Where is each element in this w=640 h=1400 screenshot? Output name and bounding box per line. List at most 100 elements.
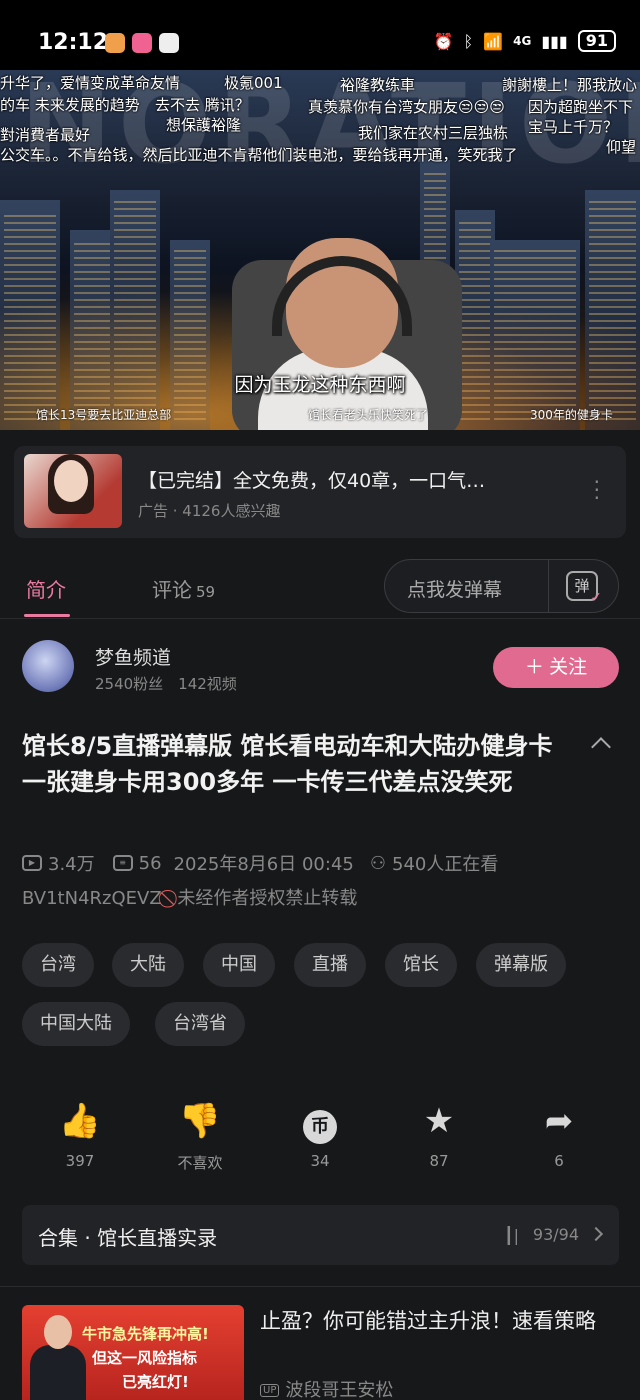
dislike-button[interactable]: 👎 不喜欢 [160, 1100, 240, 1173]
danmaku-comment: 想保護裕隆 [166, 116, 242, 134]
ad-subtitle: 广告 · 4126人感兴趣 [138, 502, 281, 520]
mail-notification-icon [159, 33, 179, 53]
coin-button[interactable]: 币 34 [280, 1100, 360, 1170]
thumb-text: 已亮红灯! [122, 1373, 189, 1391]
video-player[interactable]: NORATIONS 升华了，爱情变成革命友情 极氪001 裕隆教练車 謝謝樓上！… [0, 70, 640, 430]
danmaku-placeholder: 点我发弹幕 [407, 579, 503, 601]
danmaku-comment: 我们家在农村三层独栋 [358, 124, 509, 142]
tag-chip[interactable]: 台湾 [22, 943, 94, 987]
thumb-text: 但这一风险指标 [92, 1349, 198, 1367]
more-options-icon[interactable]: · · · [594, 472, 600, 508]
danmaku-comment: 仰望 [606, 138, 637, 156]
check-icon: ✓ [590, 590, 602, 606]
danmaku-comment: 謝謝樓上！那我放心 [502, 76, 638, 94]
copyright-notice: 未经作者授权禁止转载 [177, 888, 358, 909]
tab-active-indicator [24, 614, 70, 617]
danmaku-comment: 裕隆教练車 [340, 76, 416, 94]
collapse-chevron-icon[interactable] [591, 737, 611, 757]
coin-icon: 币 [303, 1110, 337, 1144]
chapter-marker[interactable]: 馆长13号要去比亚迪总部 [36, 406, 171, 423]
play-count: 3.4万 [48, 854, 95, 875]
recommended-thumbnail[interactable]: 牛市急先锋再冲高! 但这一风险指标 已亮红灯! [22, 1305, 244, 1400]
like-count: 397 [65, 1152, 95, 1170]
tag-chip[interactable]: 弹幕版 [476, 943, 566, 987]
chevron-right-icon [588, 1226, 604, 1242]
thumbs-down-icon: 👎 [178, 1101, 222, 1141]
danmaku-comment: 因为超跑坐不下 [528, 98, 634, 116]
danmaku-input[interactable]: 点我发弹幕 弹 ✓ [384, 559, 619, 613]
video-subtitle: 因为玉龙这种东西啊 [234, 374, 406, 396]
chapter-marker[interactable]: 300年的健身卡 [530, 406, 613, 423]
share-button[interactable]: ➦ 6 [519, 1100, 599, 1170]
share-arrow-icon: ➦ [544, 1101, 574, 1141]
tab-comments[interactable]: 评论 59 [152, 574, 215, 603]
comment-count: 59 [196, 583, 216, 601]
bilibili-notification-icon [132, 33, 152, 53]
favorite-button[interactable]: ★ 87 [399, 1100, 479, 1170]
danmaku-comment: 公交车。。不肯给钱，然后比亚迪不肯帮他们装电池，要给钱再开通，笑死我了 [0, 146, 518, 164]
bvid[interactable]: BV1tN4RzQEVZ [22, 888, 162, 909]
tag-chip[interactable]: 台湾省 [155, 1002, 245, 1046]
bluetooth-icon: ᛒ [463, 31, 474, 51]
thumbs-up-icon: 👍 [58, 1101, 102, 1141]
ad-banner[interactable]: 【已完结】全文免费，仅40章，一口气… 广告 · 4126人感兴趣 · · · [14, 446, 626, 538]
video-meta: ▶ 3.4万 ≡ 56 2025年8月6日 00:45 ⚇ 540人正在看 [22, 850, 498, 876]
danmaku-comment: 宝马上千万？ [528, 118, 619, 136]
video-meta-2: BV1tN4RzQEVZ⃠ 未经作者授权禁止转载 [22, 884, 357, 910]
signal-icon: ▮▮▮ [541, 31, 568, 51]
alarm-icon: ⏰ [433, 31, 454, 51]
danmaku-comment: 极氪001 [224, 74, 283, 92]
ad-title: 【已完结】全文免费，仅40章，一口气… [138, 470, 486, 492]
thumb-text: 牛市急先锋再冲高! [82, 1325, 209, 1343]
recommended-title[interactable]: 止盈？你可能错过主升浪！速看策略 [260, 1305, 625, 1337]
danmaku-comment: 的车 未来发展的趋势 [0, 96, 140, 114]
collection-progress: 93/94 [532, 1225, 579, 1244]
danmaku-count-icon: ≡ [112, 855, 133, 871]
up-badge: UP [260, 1384, 280, 1397]
danmaku-comment: 升华了，爱情变成革命友情 [0, 74, 181, 92]
tag-chip[interactable]: 中国 [203, 943, 275, 987]
recommended-author[interactable]: UP 波段哥王安松 [260, 1376, 393, 1400]
tag-chip[interactable]: 大陆 [112, 943, 184, 987]
star-icon: ★ [423, 1101, 455, 1141]
uploader-name[interactable]: 梦鱼频道 [95, 643, 171, 670]
viewers-icon: ⚇ [369, 852, 386, 874]
collection-bar[interactable]: 合集 · 馆长直播实录 ┃| 93/94 [22, 1205, 619, 1265]
danmaku-count: 56 [138, 852, 162, 874]
video-title: 馆长8/5直播弹幕版 馆长看电动车和大陆办健身卡 一张建身卡用300多年 一卡传… [22, 732, 553, 796]
playlist-icon: ┃| [503, 1226, 519, 1245]
wifi-icon: 📶 [483, 31, 504, 51]
tag-chip[interactable]: 中国大陆 [22, 1002, 130, 1046]
divider [0, 1286, 640, 1287]
tag-chip[interactable]: 馆长 [385, 943, 457, 987]
danmaku-comment: 去不去 腾讯？ [155, 96, 250, 114]
watching-count: 540人正在看 [392, 854, 499, 875]
app-notification-icon [105, 33, 125, 53]
danmaku-toggle-label: 弹 [574, 577, 590, 595]
danmaku-comment: 對消費者最好 [0, 126, 91, 144]
author-name: 波段哥王安松 [285, 1380, 394, 1400]
divider [548, 560, 549, 612]
status-time: 12:12 [38, 30, 109, 55]
share-count: 6 [554, 1152, 564, 1170]
like-button[interactable]: 👍 397 [40, 1100, 120, 1170]
tab-intro[interactable]: 简介 [26, 574, 66, 603]
chapter-marker[interactable]: 馆长看老头乐快笑死了 [308, 406, 428, 423]
ad-thumbnail [24, 454, 122, 528]
dislike-label: 不喜欢 [177, 1154, 223, 1172]
divider [0, 618, 640, 619]
tag-chip[interactable]: 直播 [294, 943, 366, 987]
video-detail-page: 12:12 ⏰ ᛒ 📶 4G ▮▮▮ 91 NORATIONS 升华了，爱情变成… [0, 0, 640, 1400]
collection-title: 合集 · 馆长直播实录 [38, 1226, 218, 1250]
tab-comments-label: 评论 [152, 578, 192, 602]
network-label: 4G [513, 34, 532, 48]
favorite-count: 87 [429, 1152, 449, 1170]
publish-date: 2025年8月6日 00:45 [173, 854, 354, 875]
follow-button[interactable]: ＋ 关注 [493, 647, 619, 688]
battery-indicator: 91 [577, 30, 616, 52]
uploader-avatar[interactable] [22, 640, 74, 692]
coin-count: 34 [310, 1152, 330, 1170]
play-count-icon: ▶ [22, 855, 42, 871]
danmaku-comment: 真羡慕你有台湾女朋友😒😒😒 [308, 98, 505, 116]
danmaku-toggle-icon[interactable]: 弹 ✓ [566, 571, 602, 605]
